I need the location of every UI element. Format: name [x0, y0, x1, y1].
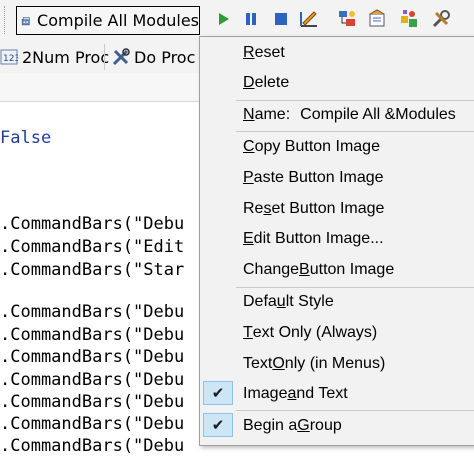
menu-text: utton Image: [309, 261, 395, 278]
svg-text:123: 123: [3, 54, 18, 64]
menu-accelerator: s: [263, 200, 272, 217]
menu-accelerator: N: [243, 106, 255, 123]
tools-icon: [112, 48, 130, 66]
menu-accelerator: P: [243, 169, 254, 186]
menu-text: ext Only (Always): [252, 324, 378, 341]
menu-separator: [236, 131, 474, 132]
button-context-menu: Reset Delete Name: Compile All &Modules …: [199, 36, 474, 446]
standard-toolbar: Compile All Modules: [0, 0, 474, 41]
code-line[interactable]: .CommandBars("Debu: [0, 347, 184, 367]
toolbar-separator: [104, 44, 105, 70]
menu-accelerator: C: [243, 138, 255, 155]
code-line[interactable]: .CommandBars("Debu: [0, 370, 184, 390]
toolbar-grip[interactable]: [4, 6, 9, 34]
name-field-value[interactable]: Compile All &Modules: [300, 106, 456, 124]
compile-icon: [21, 16, 30, 25]
stop-icon[interactable]: [270, 8, 292, 30]
menu-separator: [236, 410, 474, 411]
menu-accelerator: E: [243, 230, 254, 247]
menu-text: dit Button Image...: [253, 230, 384, 247]
menu-text: nd Text: [296, 385, 348, 402]
menu-text: aste Button Image: [253, 169, 384, 186]
code-line[interactable]: .CommandBars("Debu: [0, 414, 184, 434]
compile-all-modules-button[interactable]: Compile All Modules: [16, 6, 200, 35]
menu-text: Change: [243, 261, 300, 278]
toolbox-icon[interactable]: [430, 8, 452, 30]
code-line[interactable]: .CommandBars("Debu: [0, 392, 184, 412]
code-line[interactable]: .CommandBars("Debu: [0, 436, 184, 456]
design-mode-icon[interactable]: [298, 8, 320, 30]
menu-text: nly (in Menus): [284, 355, 386, 372]
menu-item-default-style[interactable]: Defa u lt Style: [200, 288, 474, 316]
properties-icon[interactable]: [366, 8, 388, 30]
menu-item-delete[interactable]: Delete: [200, 69, 474, 97]
menu-text: et Button Image: [271, 200, 385, 217]
menu-accelerator: R: [243, 44, 255, 61]
menu-text: roup: [309, 417, 342, 434]
menu-accelerator: T: [243, 324, 253, 341]
menu-text: eset: [254, 44, 285, 61]
menu-item-reset[interactable]: Reset: [200, 39, 474, 67]
object-browser-icon[interactable]: [398, 8, 420, 30]
menu-text: Text: [243, 355, 273, 372]
code-line[interactable]: .CommandBars("Debu: [0, 214, 184, 234]
menu-accelerator: O: [272, 355, 285, 372]
menu-item-paste-button-image[interactable]: Paste Button Image: [200, 164, 474, 192]
project-explorer-icon[interactable]: [336, 8, 358, 30]
code-line[interactable]: .CommandBars("Star: [0, 260, 184, 280]
menu-text: Defa: [243, 293, 277, 310]
menu-text: Begin a: [243, 417, 298, 434]
menu-item-reset-button-image[interactable]: Re s et Button Image: [200, 195, 474, 223]
menu-accelerator: u: [276, 293, 286, 310]
menu-text: Re: [243, 200, 264, 217]
code-line-false[interactable]: False: [0, 128, 51, 148]
menu-text: opy Button Image: [254, 138, 380, 155]
code-line[interactable]: .CommandBars("Debu: [0, 302, 184, 322]
pause-icon[interactable]: [240, 8, 262, 30]
menu-text: lt Style: [285, 293, 334, 310]
menu-item-image-and-text[interactable]: Image a nd Text: [200, 380, 474, 408]
menu-accelerator: a: [287, 385, 297, 402]
menu-accelerator: D: [243, 74, 255, 91]
code-line[interactable]: .CommandBars("Debu: [0, 325, 184, 345]
menu-item-begin-a-group[interactable]: Begin a Group: [200, 412, 474, 440]
numbering-icon: 123: [0, 49, 18, 65]
menu-item-text-only-always[interactable]: Text Only (Always): [200, 319, 474, 347]
do-proc-button[interactable]: Do Proc: [112, 44, 195, 70]
code-line[interactable]: .CommandBars("Edit: [0, 237, 184, 257]
num-proc-label: 2Num Proc: [22, 47, 110, 67]
menu-item-text-only-in-menus[interactable]: Text Only (in Menus): [200, 350, 474, 378]
compile-all-modules-label: Compile All Modules: [37, 11, 199, 30]
menu-item-change-button-image[interactable]: Change Button Image: [200, 256, 474, 284]
do-proc-label: Do Proc: [134, 47, 196, 67]
menu-text: ame:: [254, 106, 291, 123]
run-icon[interactable]: [212, 8, 234, 30]
menu-item-name[interactable]: Name: Compile All &Modules: [200, 101, 474, 129]
menu-accelerator: B: [299, 261, 310, 278]
menu-accelerator: G: [297, 417, 310, 434]
menu-item-edit-button-image[interactable]: Edit Button Image...: [200, 225, 474, 253]
num-proc-button[interactable]: 123 2Num Proc: [0, 44, 109, 70]
menu-text: elete: [254, 74, 290, 91]
menu-item-copy-button-image[interactable]: Copy Button Image: [200, 133, 474, 161]
menu-text: Image: [243, 385, 288, 402]
